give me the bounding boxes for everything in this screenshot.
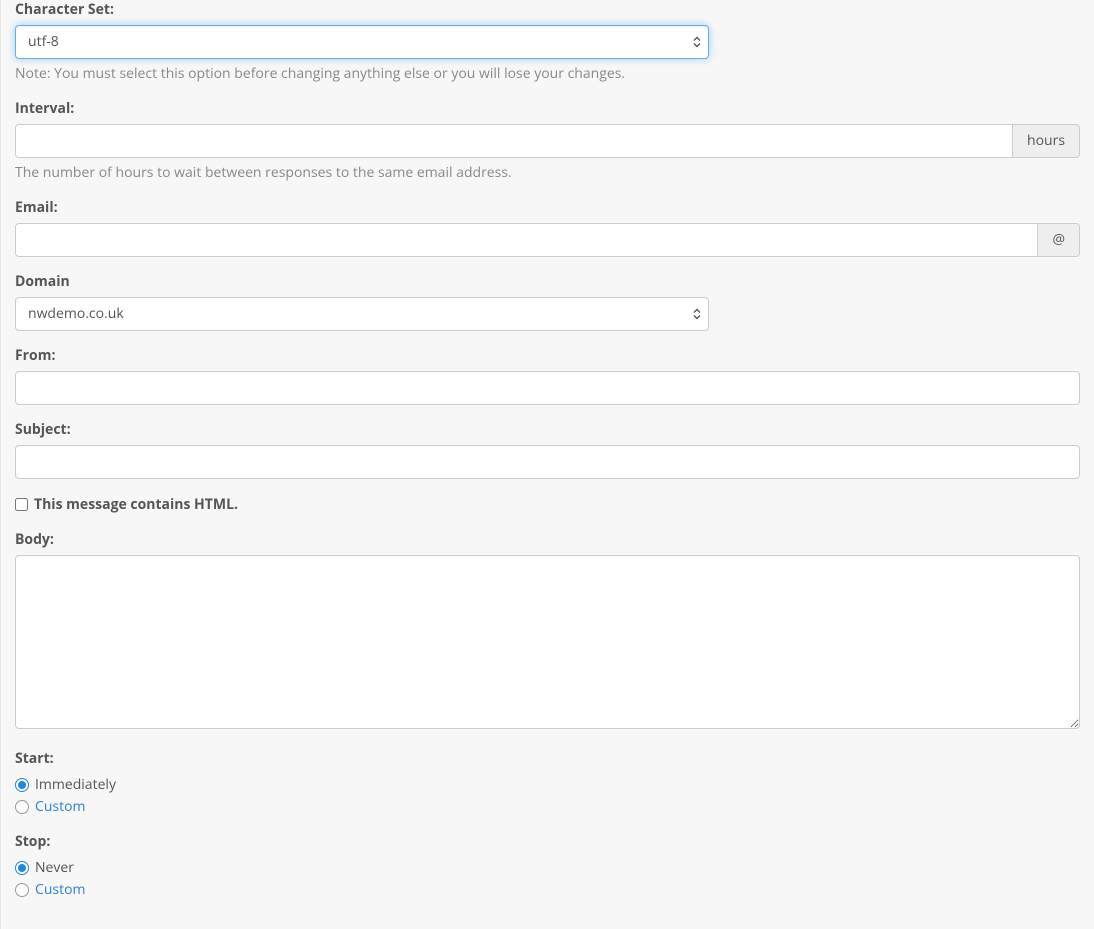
- from-input[interactable]: [15, 371, 1080, 405]
- body-label: Body:: [15, 530, 1080, 550]
- character-set-label: Character Set:: [15, 0, 1080, 20]
- interval-addon: hours: [1013, 124, 1080, 158]
- body-textarea[interactable]: [15, 555, 1080, 729]
- from-group: From:: [15, 346, 1080, 405]
- character-set-select-wrap: utf-8: [15, 25, 709, 59]
- interval-input[interactable]: [15, 124, 1013, 158]
- start-option-immediately[interactable]: Immediately: [15, 774, 1080, 795]
- character-set-help: Note: You must select this option before…: [15, 63, 1080, 84]
- start-radio-custom[interactable]: [15, 800, 29, 814]
- email-input-group: @: [15, 223, 1080, 257]
- subject-input[interactable]: [15, 445, 1080, 479]
- html-checkbox-group: This message contains HTML.: [15, 494, 1080, 515]
- stop-label: Stop:: [15, 832, 1080, 852]
- start-options: Immediately Custom: [15, 774, 1080, 817]
- start-radio-immediately[interactable]: [15, 778, 29, 792]
- domain-group: Domain nwdemo.co.uk: [15, 272, 1080, 331]
- start-option-custom[interactable]: Custom: [15, 796, 1080, 817]
- character-set-group: Character Set: utf-8 Note: You must sele…: [15, 0, 1080, 84]
- interval-help: The number of hours to wait between resp…: [15, 162, 1080, 183]
- character-set-select[interactable]: utf-8: [15, 25, 709, 59]
- stop-option-custom[interactable]: Custom: [15, 879, 1080, 900]
- from-label: From:: [15, 346, 1080, 366]
- interval-input-group: hours: [15, 124, 1080, 158]
- html-checkbox-label: This message contains HTML.: [34, 494, 238, 515]
- stop-radio-never[interactable]: [15, 861, 29, 875]
- start-radio-custom-label: Custom: [35, 796, 85, 817]
- body-group: Body:: [15, 530, 1080, 734]
- email-group: Email: @: [15, 198, 1080, 257]
- stop-group: Stop: Never Custom: [15, 832, 1080, 900]
- email-label: Email:: [15, 198, 1080, 218]
- stop-radio-never-label: Never: [35, 857, 74, 878]
- autoresponder-form: Character Set: utf-8 Note: You must sele…: [0, 0, 1094, 929]
- domain-select[interactable]: nwdemo.co.uk: [15, 297, 709, 331]
- start-group: Start: Immediately Custom: [15, 749, 1080, 817]
- interval-group: Interval: hours The number of hours to w…: [15, 99, 1080, 183]
- subject-label: Subject:: [15, 420, 1080, 440]
- email-addon: @: [1038, 223, 1080, 257]
- stop-radio-custom[interactable]: [15, 883, 29, 897]
- email-input[interactable]: [15, 223, 1038, 257]
- subject-group: Subject:: [15, 420, 1080, 479]
- stop-options: Never Custom: [15, 857, 1080, 900]
- domain-select-wrap: nwdemo.co.uk: [15, 297, 709, 331]
- domain-label: Domain: [15, 272, 1080, 292]
- start-radio-immediately-label: Immediately: [35, 774, 116, 795]
- stop-option-never[interactable]: Never: [15, 857, 1080, 878]
- stop-radio-custom-label: Custom: [35, 879, 85, 900]
- html-checkbox[interactable]: [15, 498, 28, 511]
- interval-label: Interval:: [15, 99, 1080, 119]
- start-label: Start:: [15, 749, 1080, 769]
